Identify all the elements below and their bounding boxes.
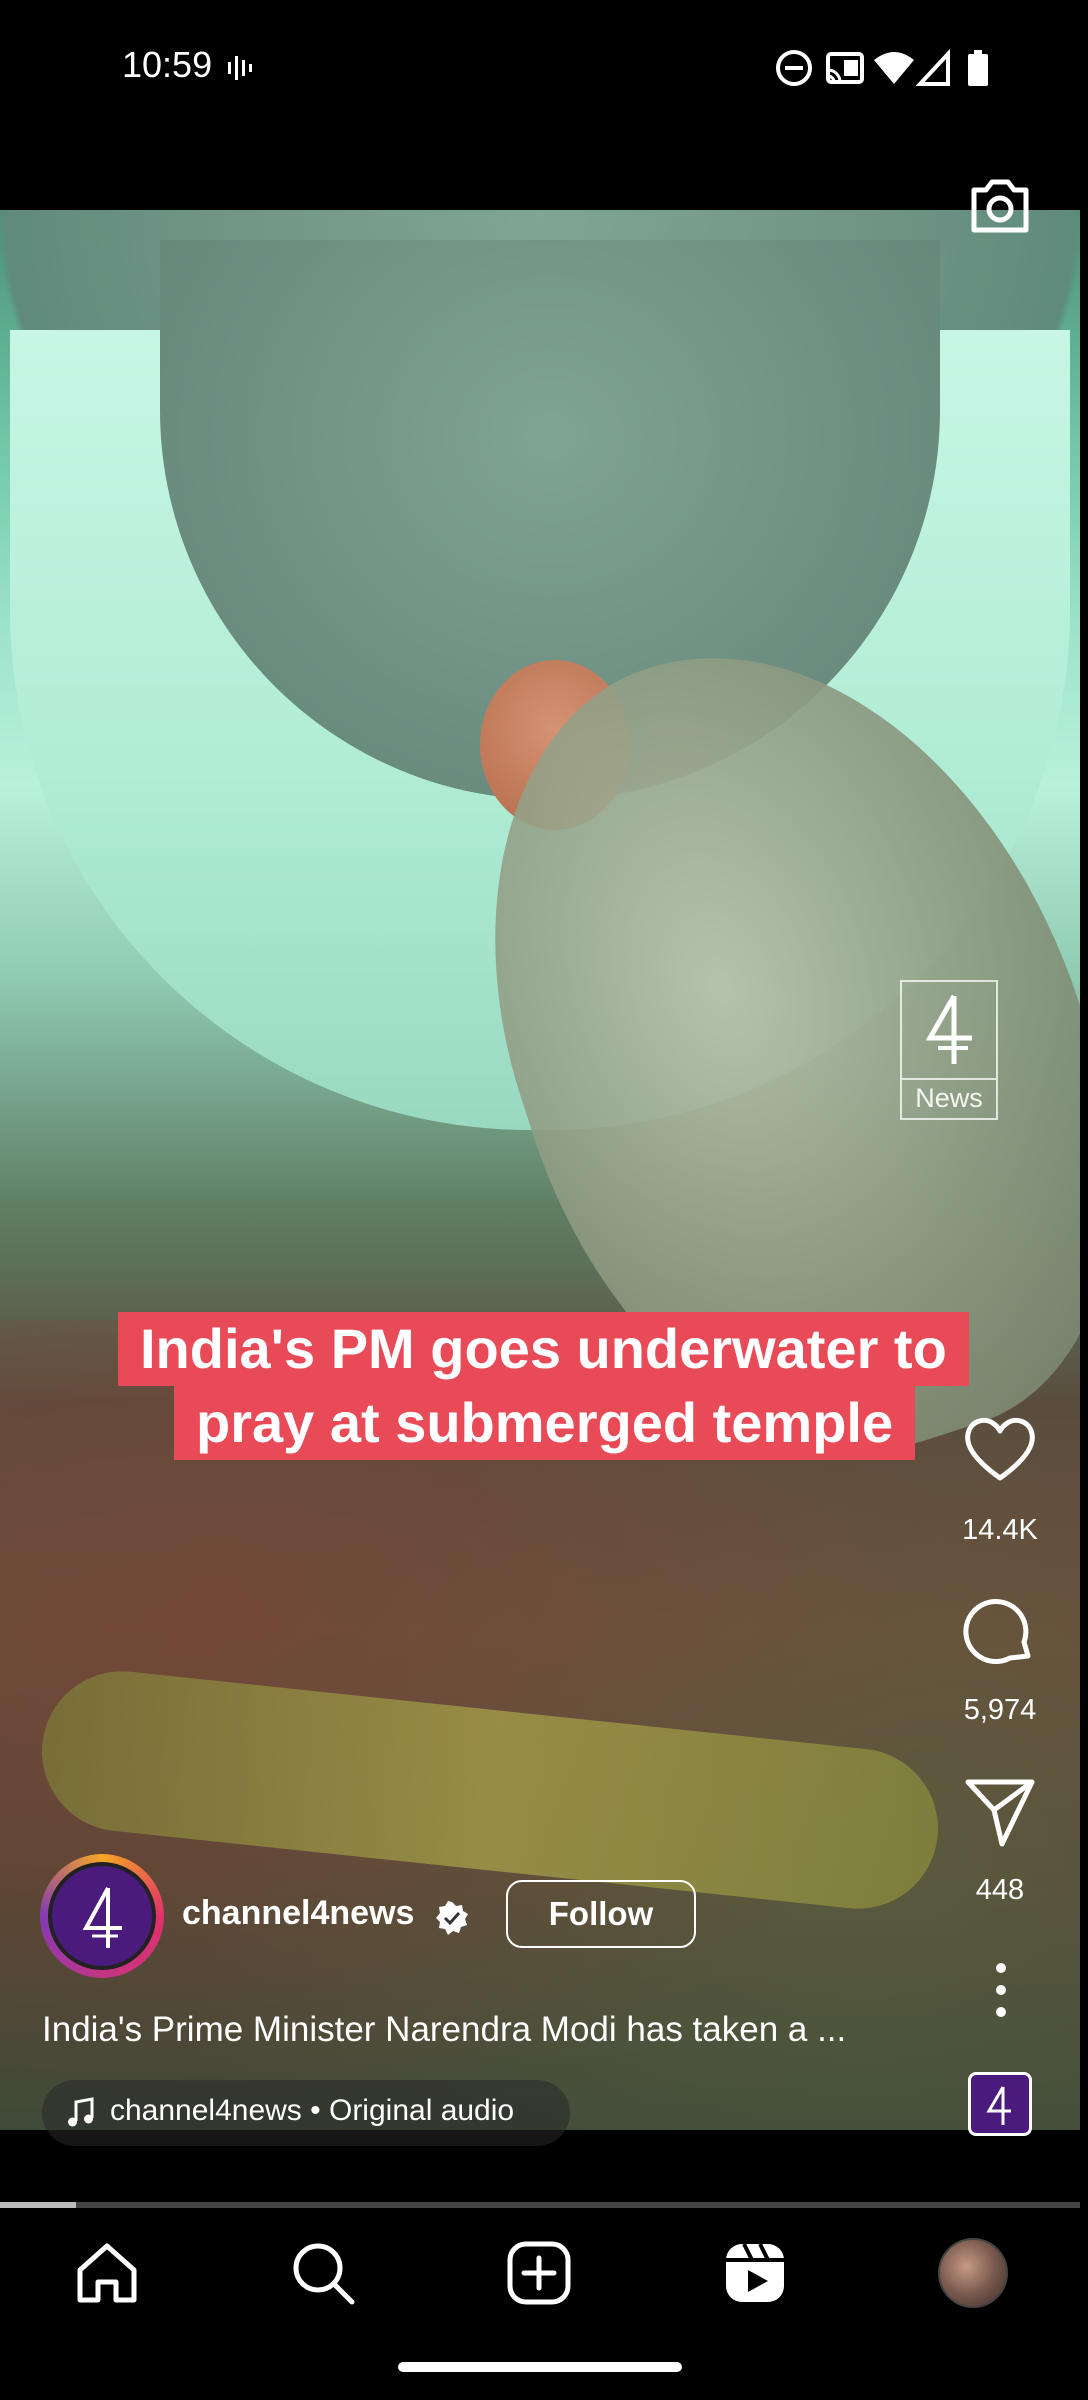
author-avatar[interactable] [48, 1862, 156, 1970]
home-indicator[interactable] [398, 2362, 682, 2372]
comment-count: 5,974 [963, 1694, 1037, 1726]
vibrate-icon [228, 56, 252, 80]
post-caption[interactable]: India's Prime Minister Narendra Modi has… [42, 2010, 846, 2050]
cast-icon [826, 52, 864, 84]
search-icon[interactable] [288, 2238, 358, 2308]
do-not-disturb-icon [776, 50, 812, 86]
battery-icon [968, 50, 988, 86]
status-bar: 10:59 [0, 0, 1088, 140]
author-username[interactable]: channel4news [182, 1894, 414, 1933]
camera-icon[interactable] [966, 170, 1034, 238]
like-icon[interactable] [962, 1412, 1038, 1488]
verified-badge-icon [436, 1901, 468, 1935]
channel4-logo [902, 982, 996, 1080]
reel-video[interactable] [0, 210, 1080, 2130]
video-caption-line-1: India's PM goes underwater to [118, 1312, 969, 1386]
signal-icon [916, 48, 950, 86]
audio-label: channel4news • Original audio [110, 2094, 515, 2127]
share-count: 448 [975, 1874, 1025, 1906]
channel4-news-watermark: News [900, 980, 998, 1120]
video-caption-line-2: pray at submerged temple [174, 1386, 916, 1460]
audio-thumbnail[interactable] [968, 2072, 1032, 2136]
home-icon[interactable] [72, 2238, 142, 2308]
video-progress-track[interactable] [0, 2202, 1080, 2208]
share-icon[interactable] [962, 1774, 1038, 1850]
music-note-icon [68, 2097, 94, 2127]
status-time: 10:59 [122, 44, 213, 85]
comment-icon[interactable] [962, 1594, 1038, 1670]
profile-avatar[interactable] [938, 2238, 1008, 2308]
video-progress-fill [0, 2202, 76, 2208]
reels-icon[interactable] [720, 2238, 790, 2308]
follow-button[interactable]: Follow [506, 1880, 696, 1948]
watermark-label: News [915, 1083, 983, 1113]
more-options-icon[interactable] [986, 1960, 1016, 2020]
create-icon[interactable] [504, 2238, 574, 2308]
wifi-icon [874, 52, 914, 84]
like-count: 14.4K [962, 1514, 1038, 1546]
